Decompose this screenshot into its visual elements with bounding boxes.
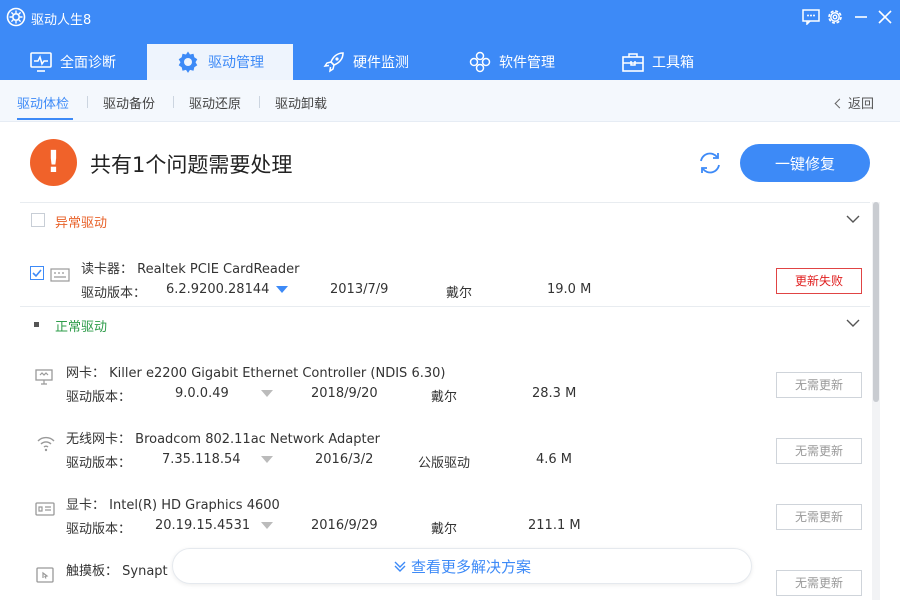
- driver-vendor: 公版驱动: [418, 456, 471, 471]
- driver-name: 读卡器： Realtek PCIE CardReader: [81, 262, 300, 277]
- feedback-button[interactable]: [800, 6, 822, 28]
- tab-label: 全面诊断: [60, 55, 116, 71]
- rocket-icon: [323, 52, 344, 73]
- abnormal-section-title: 异常驱动: [55, 216, 108, 231]
- driver-version-label: 驱动版本：: [66, 456, 132, 471]
- tab-driver-management[interactable]: 驱动管理: [147, 44, 293, 80]
- more-solutions-label: 查看更多解决方案: [410, 557, 531, 576]
- tab-full-diagnosis[interactable]: 全面诊断: [0, 44, 146, 80]
- subtab-separator: [173, 96, 174, 108]
- feedback-icon: [802, 9, 820, 25]
- tab-hardware-monitor[interactable]: 硬件监测: [293, 44, 439, 80]
- driver-date: 2013/7/9: [330, 282, 389, 297]
- version-dropdown-icon[interactable]: [276, 286, 288, 293]
- version-dropdown-icon[interactable]: [261, 390, 273, 397]
- version-dropdown-icon[interactable]: [261, 522, 273, 529]
- abnormal-select-all-checkbox[interactable]: [31, 213, 45, 227]
- driver-version: 9.0.0.49: [175, 386, 229, 401]
- tab-label: 驱动管理: [208, 55, 264, 71]
- subtab-separator: [259, 96, 260, 108]
- no-update-needed-button[interactable]: 无需更新: [776, 504, 862, 530]
- driver-size: 4.6 M: [536, 452, 573, 467]
- divider: [20, 306, 870, 307]
- summary-title: 共有1个问题需要处理: [90, 153, 293, 177]
- graphics-card-icon: [35, 502, 55, 516]
- driver-date: 2018/9/20: [311, 386, 378, 401]
- subtab-driver-backup[interactable]: 驱动备份: [103, 93, 155, 112]
- app-window: 驱动人生8 全面诊断 驱动管理 硬件监测 软件管理 工具箱 驱动体检 驱动备份 …: [0, 0, 900, 600]
- network-card-icon: [35, 369, 53, 385]
- driver-name: 触摸板： Synapt: [66, 564, 168, 579]
- driver-version-label: 驱动版本：: [81, 286, 147, 301]
- version-dropdown-icon[interactable]: [261, 456, 273, 463]
- refresh-icon[interactable]: [696, 149, 724, 177]
- wifi-icon: [37, 436, 55, 452]
- checkmark-icon: [32, 269, 42, 278]
- divider: [20, 202, 870, 203]
- subtab-driver-uninstall[interactable]: 驱动卸载: [275, 93, 327, 112]
- driver-version-label: 驱动版本：: [66, 522, 132, 537]
- chevron-down-icon[interactable]: [846, 214, 860, 224]
- minimize-icon: [855, 16, 867, 18]
- card-reader-icon: [50, 268, 70, 282]
- scrollbar-thumb[interactable]: [873, 202, 879, 402]
- tab-label: 硬件监测: [353, 55, 409, 71]
- warning-icon: !: [30, 139, 77, 186]
- gear-icon: [828, 10, 842, 24]
- driver-size: 19.0 M: [547, 282, 592, 297]
- back-button[interactable]: 返回: [834, 93, 874, 112]
- gear-icon: [178, 51, 198, 73]
- tab-software-management[interactable]: 软件管理: [439, 44, 585, 80]
- driver-version: 20.19.15.4531: [155, 518, 251, 533]
- tab-toolbox[interactable]: 工具箱: [585, 44, 731, 80]
- no-update-needed-button[interactable]: 无需更新: [776, 438, 862, 464]
- driver-size: 211.1 M: [528, 518, 581, 533]
- chevron-left-icon: [834, 98, 845, 109]
- app-title: 驱动人生8: [31, 13, 92, 28]
- toolbox-icon: [622, 53, 644, 72]
- driver-version: 7.35.118.54: [162, 452, 241, 467]
- main-nav: 全面诊断 驱动管理 硬件监测 软件管理 工具箱: [0, 36, 900, 80]
- settings-button[interactable]: [824, 6, 846, 28]
- flower-icon: [469, 51, 491, 73]
- driver-date: 2016/9/29: [311, 518, 378, 533]
- more-solutions-button[interactable]: 查看更多解决方案: [172, 548, 752, 584]
- subtab-active-indicator: [17, 118, 73, 120]
- minimize-button[interactable]: [850, 6, 872, 28]
- one-click-fix-button[interactable]: 一键修复: [740, 144, 870, 182]
- driver-name: 无线网卡： Broadcom 802.11ac Network Adapter: [66, 432, 380, 447]
- update-failed-button[interactable]: 更新失败: [776, 268, 862, 294]
- driver-date: 2016/3/2: [315, 452, 374, 467]
- driver-vendor: 戴尔: [446, 286, 473, 301]
- driver-version-label: 驱动版本：: [66, 390, 132, 405]
- no-update-needed-button[interactable]: 无需更新: [776, 372, 862, 398]
- driver-checkbox[interactable]: [30, 266, 44, 280]
- subtab-driver-restore[interactable]: 驱动还原: [189, 93, 241, 112]
- driver-vendor: 戴尔: [431, 390, 458, 405]
- sub-nav: 驱动体检 驱动备份 驱动还原 驱动卸载 返回: [0, 80, 900, 122]
- driver-name: 网卡： Killer e2200 Gigabit Ethernet Contro…: [66, 366, 446, 381]
- close-icon: [878, 10, 892, 24]
- section-bullet: [34, 322, 39, 327]
- double-chevron-down-icon: [394, 561, 406, 572]
- app-logo-icon: [6, 7, 26, 27]
- driver-version: 6.2.9200.28144: [166, 282, 270, 297]
- no-update-needed-button[interactable]: 无需更新: [776, 570, 862, 596]
- driver-size: 28.3 M: [532, 386, 577, 401]
- title-bar: 驱动人生8: [0, 0, 900, 36]
- monitor-pulse-icon: [30, 52, 52, 72]
- touchpad-icon: [36, 567, 54, 583]
- tab-label: 工具箱: [652, 55, 694, 71]
- normal-section-title: 正常驱动: [55, 320, 108, 335]
- chevron-down-icon[interactable]: [846, 318, 860, 328]
- driver-name: 显卡： Intel(R) HD Graphics 4600: [66, 498, 280, 513]
- tab-label: 软件管理: [499, 55, 555, 71]
- close-button[interactable]: [874, 6, 896, 28]
- subtab-driver-check[interactable]: 驱动体检: [17, 93, 69, 112]
- back-label: 返回: [847, 97, 874, 112]
- subtab-separator: [87, 96, 88, 108]
- driver-vendor: 戴尔: [431, 522, 458, 537]
